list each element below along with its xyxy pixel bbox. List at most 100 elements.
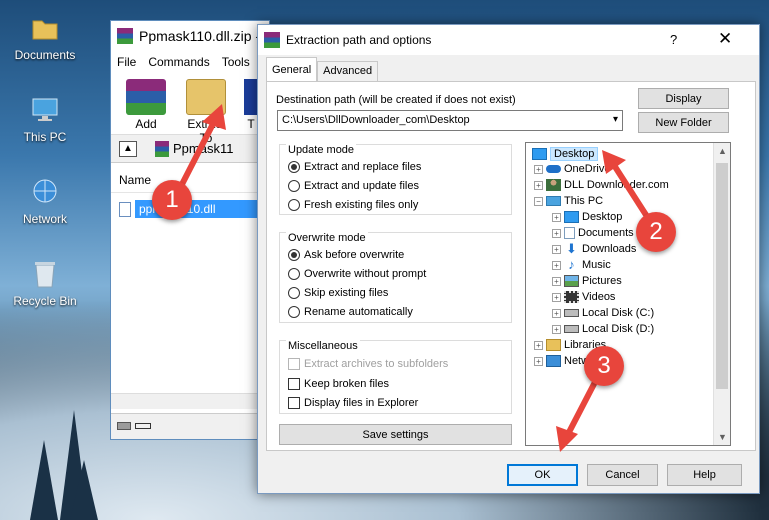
expand-icon[interactable]: + [552, 228, 561, 238]
tree-decoration [30, 440, 58, 520]
tree-item-label: Pictures [582, 275, 622, 287]
help-button[interactable]: Help [667, 464, 742, 486]
save-settings-button[interactable]: Save settings [279, 424, 512, 445]
menu-file[interactable]: File [117, 55, 136, 69]
radio-overwrite-without[interactable]: Overwrite without prompt [288, 268, 426, 280]
cancel-button[interactable]: Cancel [587, 464, 658, 486]
computer-icon [28, 94, 62, 126]
radio-button-selected[interactable] [288, 161, 300, 173]
chevron-down-icon[interactable]: ▾ [613, 114, 618, 125]
extract-folder-icon [186, 79, 226, 115]
menu-commands[interactable]: Commands [148, 55, 209, 69]
tree-item-pictures[interactable]: + Pictures [552, 275, 622, 287]
checkbox-extract-subfolders[interactable]: Extract archives to subfolders [288, 358, 448, 370]
column-header-name[interactable]: Name [111, 167, 269, 193]
tree-vertical-scrollbar[interactable]: ▲ ▼ [713, 143, 730, 445]
option-label: Extract and replace files [304, 161, 422, 173]
expand-icon[interactable]: + [552, 244, 561, 254]
music-note-icon: ♪ [568, 257, 575, 272]
test-icon [244, 79, 258, 115]
radio-button[interactable] [288, 180, 300, 192]
tab-general[interactable]: General [266, 57, 318, 81]
radio-button[interactable] [288, 306, 300, 318]
radio-extract-replace[interactable]: Extract and replace files [288, 161, 421, 173]
expand-icon[interactable]: + [534, 164, 543, 174]
tree-item-onedrive[interactable]: + OneDrive [534, 163, 610, 175]
extract-to-button[interactable]: Extract To [181, 79, 231, 145]
radio-button[interactable] [288, 287, 300, 299]
checkbox-display-explorer[interactable]: Display files in Explorer [288, 397, 418, 409]
tree-item-local-disk-d[interactable]: + Local Disk (D:) [552, 323, 654, 335]
radio-button[interactable] [288, 268, 300, 280]
tree-item-local-disk-c[interactable]: + Local Disk (C:) [552, 307, 654, 319]
update-mode-group: Update mode Extract and replace files Ex… [279, 144, 512, 215]
scroll-up-icon[interactable]: ▲ [718, 146, 727, 156]
option-label: Display files in Explorer [304, 397, 419, 409]
checkbox[interactable] [288, 378, 300, 390]
scrollbar-thumb[interactable] [716, 163, 728, 389]
collapse-icon[interactable]: − [534, 196, 543, 206]
winrar-titlebar[interactable]: Ppmask110.dll.zip - [111, 21, 269, 51]
tree-item-documents[interactable]: + Documents [552, 227, 634, 239]
file-row[interactable]: ppmask110.dll [119, 199, 269, 219]
desktop-icon-label: Recycle Bin [13, 294, 77, 308]
radio-rename-auto[interactable]: Rename automatically [288, 306, 413, 318]
tree-item-desktop-root[interactable]: Desktop [532, 147, 599, 161]
tree-item-this-pc[interactable]: − This PC [534, 195, 603, 207]
radio-ask-before[interactable]: Ask before overwrite [288, 249, 404, 261]
desktop-icon-recycle-bin[interactable]: Recycle Bin [0, 258, 90, 308]
desktop-icon-this-pc[interactable]: This PC [0, 94, 90, 144]
film-icon [564, 291, 579, 303]
expand-icon[interactable]: + [552, 260, 561, 270]
ok-button[interactable]: OK [507, 464, 578, 486]
desktop-icon-label: Documents [14, 48, 76, 62]
misc-group: Miscellaneous Extract archives to subfol… [279, 340, 512, 414]
new-folder-button[interactable]: New Folder [638, 112, 729, 133]
display-button[interactable]: Display [638, 88, 729, 109]
expand-icon[interactable]: + [552, 292, 561, 302]
radio-fresh-existing[interactable]: Fresh existing files only [288, 199, 418, 211]
up-folder-icon[interactable]: ▲ [119, 140, 137, 157]
radio-extract-update[interactable]: Extract and update files [288, 180, 419, 192]
checkbox[interactable] [288, 397, 300, 409]
winrar-toolbar: Add Extract To T [111, 73, 269, 145]
desktop-icon-documents[interactable]: Documents [0, 12, 90, 62]
horizontal-scrollbar[interactable] [111, 393, 269, 409]
tree-item-label: Downloads [582, 243, 637, 255]
scroll-down-icon[interactable]: ▼ [718, 432, 727, 442]
menu-tools[interactable]: Tools [222, 55, 250, 69]
tree-item-downloads[interactable]: + ⬇ Downloads [552, 242, 637, 255]
checkbox[interactable] [288, 358, 300, 370]
step-marker-3: 3 [584, 346, 624, 386]
expand-icon[interactable]: + [552, 324, 561, 334]
tree-item-videos[interactable]: + Videos [552, 291, 615, 303]
tree-item-desktop[interactable]: + Desktop [552, 211, 622, 223]
expand-icon[interactable]: + [534, 180, 543, 190]
option-label: Extract and update files [304, 180, 419, 192]
add-button[interactable]: Add [121, 79, 171, 134]
checkbox-keep-broken[interactable]: Keep broken files [288, 378, 389, 390]
close-icon[interactable]: ✕ [718, 29, 732, 49]
destination-path-input[interactable]: C:\Users\DllDownloader_com\Desktop ▾ [277, 110, 623, 131]
radio-skip-existing[interactable]: Skip existing files [288, 287, 388, 299]
help-icon[interactable]: ? [670, 32, 677, 47]
cloud-icon [546, 165, 561, 173]
tree-item-label: Desktop [550, 147, 599, 161]
desktop-icon-network[interactable]: Network [0, 176, 90, 226]
dialog-titlebar[interactable]: Extraction path and options ? ✕ [258, 25, 759, 55]
expand-icon[interactable]: + [552, 276, 561, 286]
tree-item-dll-downloader[interactable]: + DLL Downloader.com [534, 179, 669, 191]
folder-tree[interactable]: Desktop + OneDrive + DLL Downloader.com … [525, 142, 731, 446]
expand-icon[interactable]: + [534, 356, 543, 366]
network-icon [28, 176, 62, 208]
expand-icon[interactable]: + [552, 212, 561, 222]
winrar-statusbar [111, 413, 269, 439]
tree-decoration [70, 460, 98, 520]
destination-label: Destination path (will be created if doe… [276, 94, 516, 106]
expand-icon[interactable]: + [552, 308, 561, 318]
radio-button[interactable] [288, 199, 300, 211]
expand-icon[interactable]: + [534, 340, 543, 350]
radio-button-selected[interactable] [288, 249, 300, 261]
tab-advanced[interactable]: Advanced [317, 61, 379, 81]
tree-item-music[interactable]: + ♪ Music [552, 257, 611, 272]
